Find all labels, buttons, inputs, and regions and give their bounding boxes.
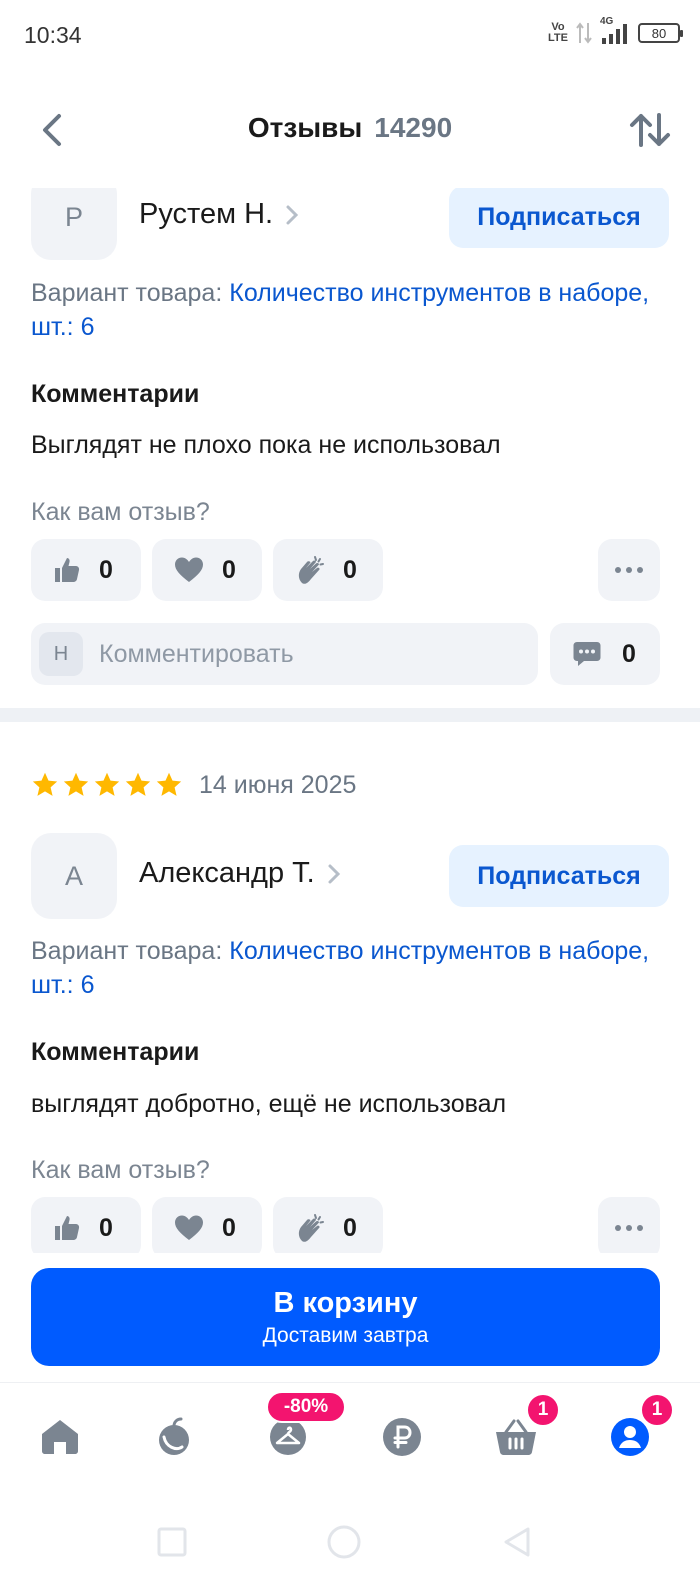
review-author[interactable]: Р Рустем Н. Подписаться	[31, 188, 669, 260]
sale-badge: -80%	[266, 1391, 346, 1423]
star-icon	[156, 772, 182, 796]
nav-finance[interactable]	[372, 1407, 432, 1467]
data-arrows-icon	[576, 22, 592, 44]
author-name: Александр Т.	[139, 857, 341, 890]
cart-icon	[496, 1419, 536, 1455]
review-date: 14 июня 2025	[199, 770, 357, 799]
more-dot	[615, 567, 621, 573]
thumbs-up-icon	[55, 1216, 80, 1240]
volte-indicator: Vo LTE	[548, 21, 568, 44]
comment-field[interactable]: Н	[31, 623, 538, 685]
battery-icon: 80	[638, 23, 683, 43]
nav-cart[interactable]: 1	[486, 1393, 560, 1467]
star-icon	[125, 772, 151, 796]
back-system-button[interactable]	[497, 1522, 537, 1562]
product-variant: Вариант товара: Количество инструментов …	[31, 937, 650, 999]
more-dot	[626, 1225, 632, 1231]
review-count: 14290	[374, 112, 453, 143]
chevron-right-icon	[286, 205, 299, 224]
avatar: Р	[31, 188, 117, 260]
chevron-right-icon	[328, 864, 340, 883]
more-dot	[626, 567, 632, 573]
review-author[interactable]: А Александр Т. Подписаться	[31, 833, 669, 919]
signal-icon: 4G	[600, 16, 630, 46]
subscribe-button[interactable]: Подписаться	[449, 188, 669, 248]
feedback-question: Как вам отзыв?	[31, 1156, 210, 1184]
star-rating	[31, 771, 183, 799]
comment-label: Комментарии	[31, 380, 200, 408]
review-rating: 14 июня 2025	[31, 765, 356, 805]
page-title: Отзывы 14290	[247, 112, 453, 143]
nav-profile[interactable]: 1	[600, 1393, 674, 1467]
reactions-row: 0 0 0	[0, 1197, 700, 1253]
bottom-nav: -80% 1 1	[0, 1382, 700, 1478]
clothes-icon	[270, 1419, 306, 1455]
clap-button[interactable]: 0	[273, 1197, 383, 1253]
author-name: Рустем Н.	[139, 198, 299, 231]
feedback-question: Как вам отзыв?	[31, 498, 210, 526]
status-icons: Vo LTE 4G 80	[548, 16, 683, 46]
fresh-icon	[159, 1417, 189, 1455]
clap-button[interactable]: 0	[273, 539, 383, 601]
home-icon	[42, 1420, 78, 1454]
like-button[interactable]: 0	[31, 539, 141, 601]
more-button[interactable]	[598, 539, 660, 601]
app-header: Отзывы 14290	[0, 92, 700, 168]
heart-icon	[175, 557, 203, 582]
cart-badge: 1	[526, 1393, 560, 1427]
add-to-cart-button[interactable]: В корзину Доставим завтра	[31, 1268, 660, 1366]
star-icon	[94, 772, 120, 796]
comment-label: Комментарии	[31, 1038, 200, 1066]
clap-icon	[298, 556, 324, 584]
more-dot	[637, 567, 643, 573]
triangle-back-icon	[504, 1527, 530, 1557]
recent-apps-button[interactable]	[152, 1522, 192, 1562]
star-icon	[63, 772, 89, 796]
my-avatar: Н	[39, 632, 83, 676]
square-icon	[157, 1527, 187, 1557]
thumbs-up-icon	[55, 558, 80, 582]
status-bar: 10:34 Vo LTE 4G 80	[0, 0, 700, 72]
more-dot	[637, 1225, 643, 1231]
heart-button[interactable]: 0	[152, 1197, 262, 1253]
comment-input[interactable]	[99, 639, 519, 669]
system-nav	[0, 1490, 700, 1594]
more-button[interactable]	[598, 1197, 660, 1253]
chat-bubble-icon	[573, 642, 601, 666]
profile-icon	[611, 1418, 649, 1456]
status-time: 10:34	[24, 22, 82, 48]
delivery-label: Доставим завтра	[262, 1323, 429, 1347]
comment-text: Выглядят не плохо пока не использовал	[31, 431, 501, 459]
product-variant: Вариант товара: Количество инструментов …	[31, 279, 650, 341]
nav-fresh[interactable]	[144, 1407, 204, 1467]
comment-text: выглядят добротно, ещё не использовал	[31, 1090, 507, 1118]
star-icon	[32, 772, 58, 796]
nav-clothes[interactable]: -80%	[258, 1391, 346, 1467]
sort-button[interactable]	[626, 108, 674, 152]
subscribe-button[interactable]: Подписаться	[449, 845, 669, 907]
clap-icon	[298, 1214, 324, 1242]
profile-badge: 1	[640, 1393, 674, 1427]
comments-button[interactable]: 0	[550, 623, 660, 685]
add-to-cart-label: В корзину	[273, 1286, 418, 1319]
like-button[interactable]: 0	[31, 1197, 141, 1253]
heart-icon	[175, 1215, 203, 1240]
nav-home[interactable]	[30, 1407, 90, 1467]
sort-arrows-icon	[630, 113, 670, 147]
home-system-button[interactable]	[324, 1522, 364, 1562]
heart-button[interactable]: 0	[152, 539, 262, 601]
avatar: А	[31, 833, 117, 919]
circle-icon	[327, 1525, 361, 1559]
ruble-icon	[383, 1418, 421, 1456]
more-dot	[615, 1225, 621, 1231]
review-divider	[0, 708, 700, 722]
